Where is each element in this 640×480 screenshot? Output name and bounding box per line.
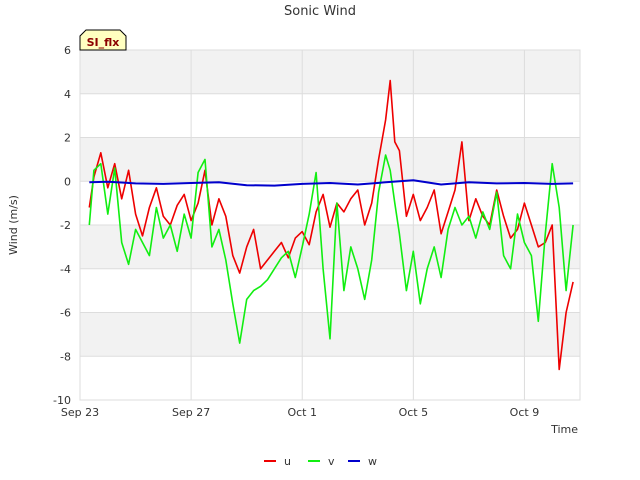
x-tick-label: Oct 9 bbox=[510, 406, 540, 419]
x-axis-label: Time bbox=[550, 423, 578, 436]
x-tick-label: Sep 27 bbox=[172, 406, 210, 419]
y-tick-label: -2 bbox=[60, 219, 71, 232]
y-tick-label: 0 bbox=[64, 175, 71, 188]
y-tick-labels: -10-8-6-4-20246 bbox=[53, 44, 71, 407]
x-tick-label: Oct 1 bbox=[287, 406, 317, 419]
plot-band bbox=[80, 50, 580, 94]
plot-band bbox=[80, 137, 580, 182]
legend: u v w bbox=[264, 455, 377, 468]
plot-background bbox=[80, 50, 580, 357]
y-tick-label: -6 bbox=[60, 307, 71, 320]
chart-title: Sonic Wind bbox=[284, 4, 356, 19]
x-tick-label: Oct 5 bbox=[399, 406, 429, 419]
y-tick-label: 4 bbox=[64, 88, 71, 101]
y-axis-label: Wind (m/s) bbox=[7, 195, 20, 255]
y-tick-label: -4 bbox=[60, 263, 71, 276]
chart: Sonic Wind -10-8-6-4-20246 Sep 23 Sep 27 O… bbox=[7, 4, 581, 468]
legend-label-v: v bbox=[328, 455, 335, 468]
site-badge: SI_flx bbox=[79, 29, 127, 51]
y-tick-label: 6 bbox=[64, 44, 71, 57]
y-tick-label: 2 bbox=[64, 132, 71, 145]
x-tick-labels: Sep 23 Sep 27 Oct 1 Oct 5 Oct 9 bbox=[61, 406, 539, 419]
badge-label: SI_flx bbox=[87, 36, 120, 49]
plot-band bbox=[80, 225, 580, 269]
y-tick-label: -8 bbox=[60, 350, 71, 363]
legend-label-u: u bbox=[284, 455, 291, 468]
legend-label-w: w bbox=[368, 455, 377, 468]
x-tick-label: Sep 23 bbox=[61, 406, 99, 419]
